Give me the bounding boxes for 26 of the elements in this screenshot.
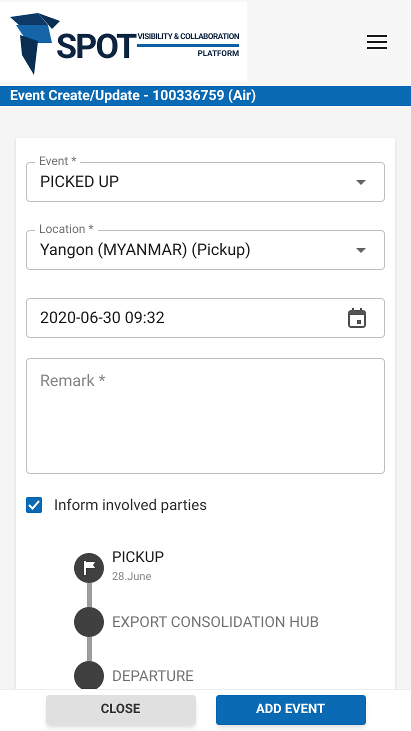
timeline-connector [86, 582, 92, 606]
timeline-label: PICKUP [112, 546, 164, 566]
flag-icon [82, 560, 96, 574]
page-title: Event Create/Update - 100336759 (Air) [10, 86, 256, 106]
timeline-connector [86, 636, 92, 660]
dropdown-caret-icon[interactable] [356, 180, 366, 184]
checkbox-label: Inform involved parties [54, 495, 207, 516]
add-event-button[interactable]: ADD EVENT [216, 695, 366, 725]
menu-icon[interactable] [367, 34, 387, 50]
field-value: PICKED UP [40, 171, 119, 193]
logo-wordmark: SPOT [56, 29, 136, 65]
timeline-label: DEPARTURE [112, 666, 194, 686]
timeline-label: EXPORT CONSOLIDATION HUB [112, 612, 319, 632]
logo-subline: PLATFORM [198, 49, 240, 59]
field-value: Yangon (MYANMAR) (Pickup) [40, 239, 251, 261]
dropdown-caret-icon[interactable] [356, 248, 366, 252]
logo-tagline: VISIBILITY & COLLABORATION [137, 32, 240, 42]
field-value: 2020-06-30 09:32 [40, 307, 165, 329]
calendar-icon[interactable] [348, 308, 366, 328]
timeline-date: 28.June [112, 568, 152, 584]
date-field[interactable]: 2020-06-30 09:32 [26, 298, 385, 338]
checkbox[interactable] [26, 497, 42, 514]
timeline-node [74, 606, 104, 636]
remark-field[interactable]: Remark * [26, 358, 385, 474]
close-button[interactable]: CLOSE [46, 695, 196, 725]
timeline-node [74, 660, 104, 690]
